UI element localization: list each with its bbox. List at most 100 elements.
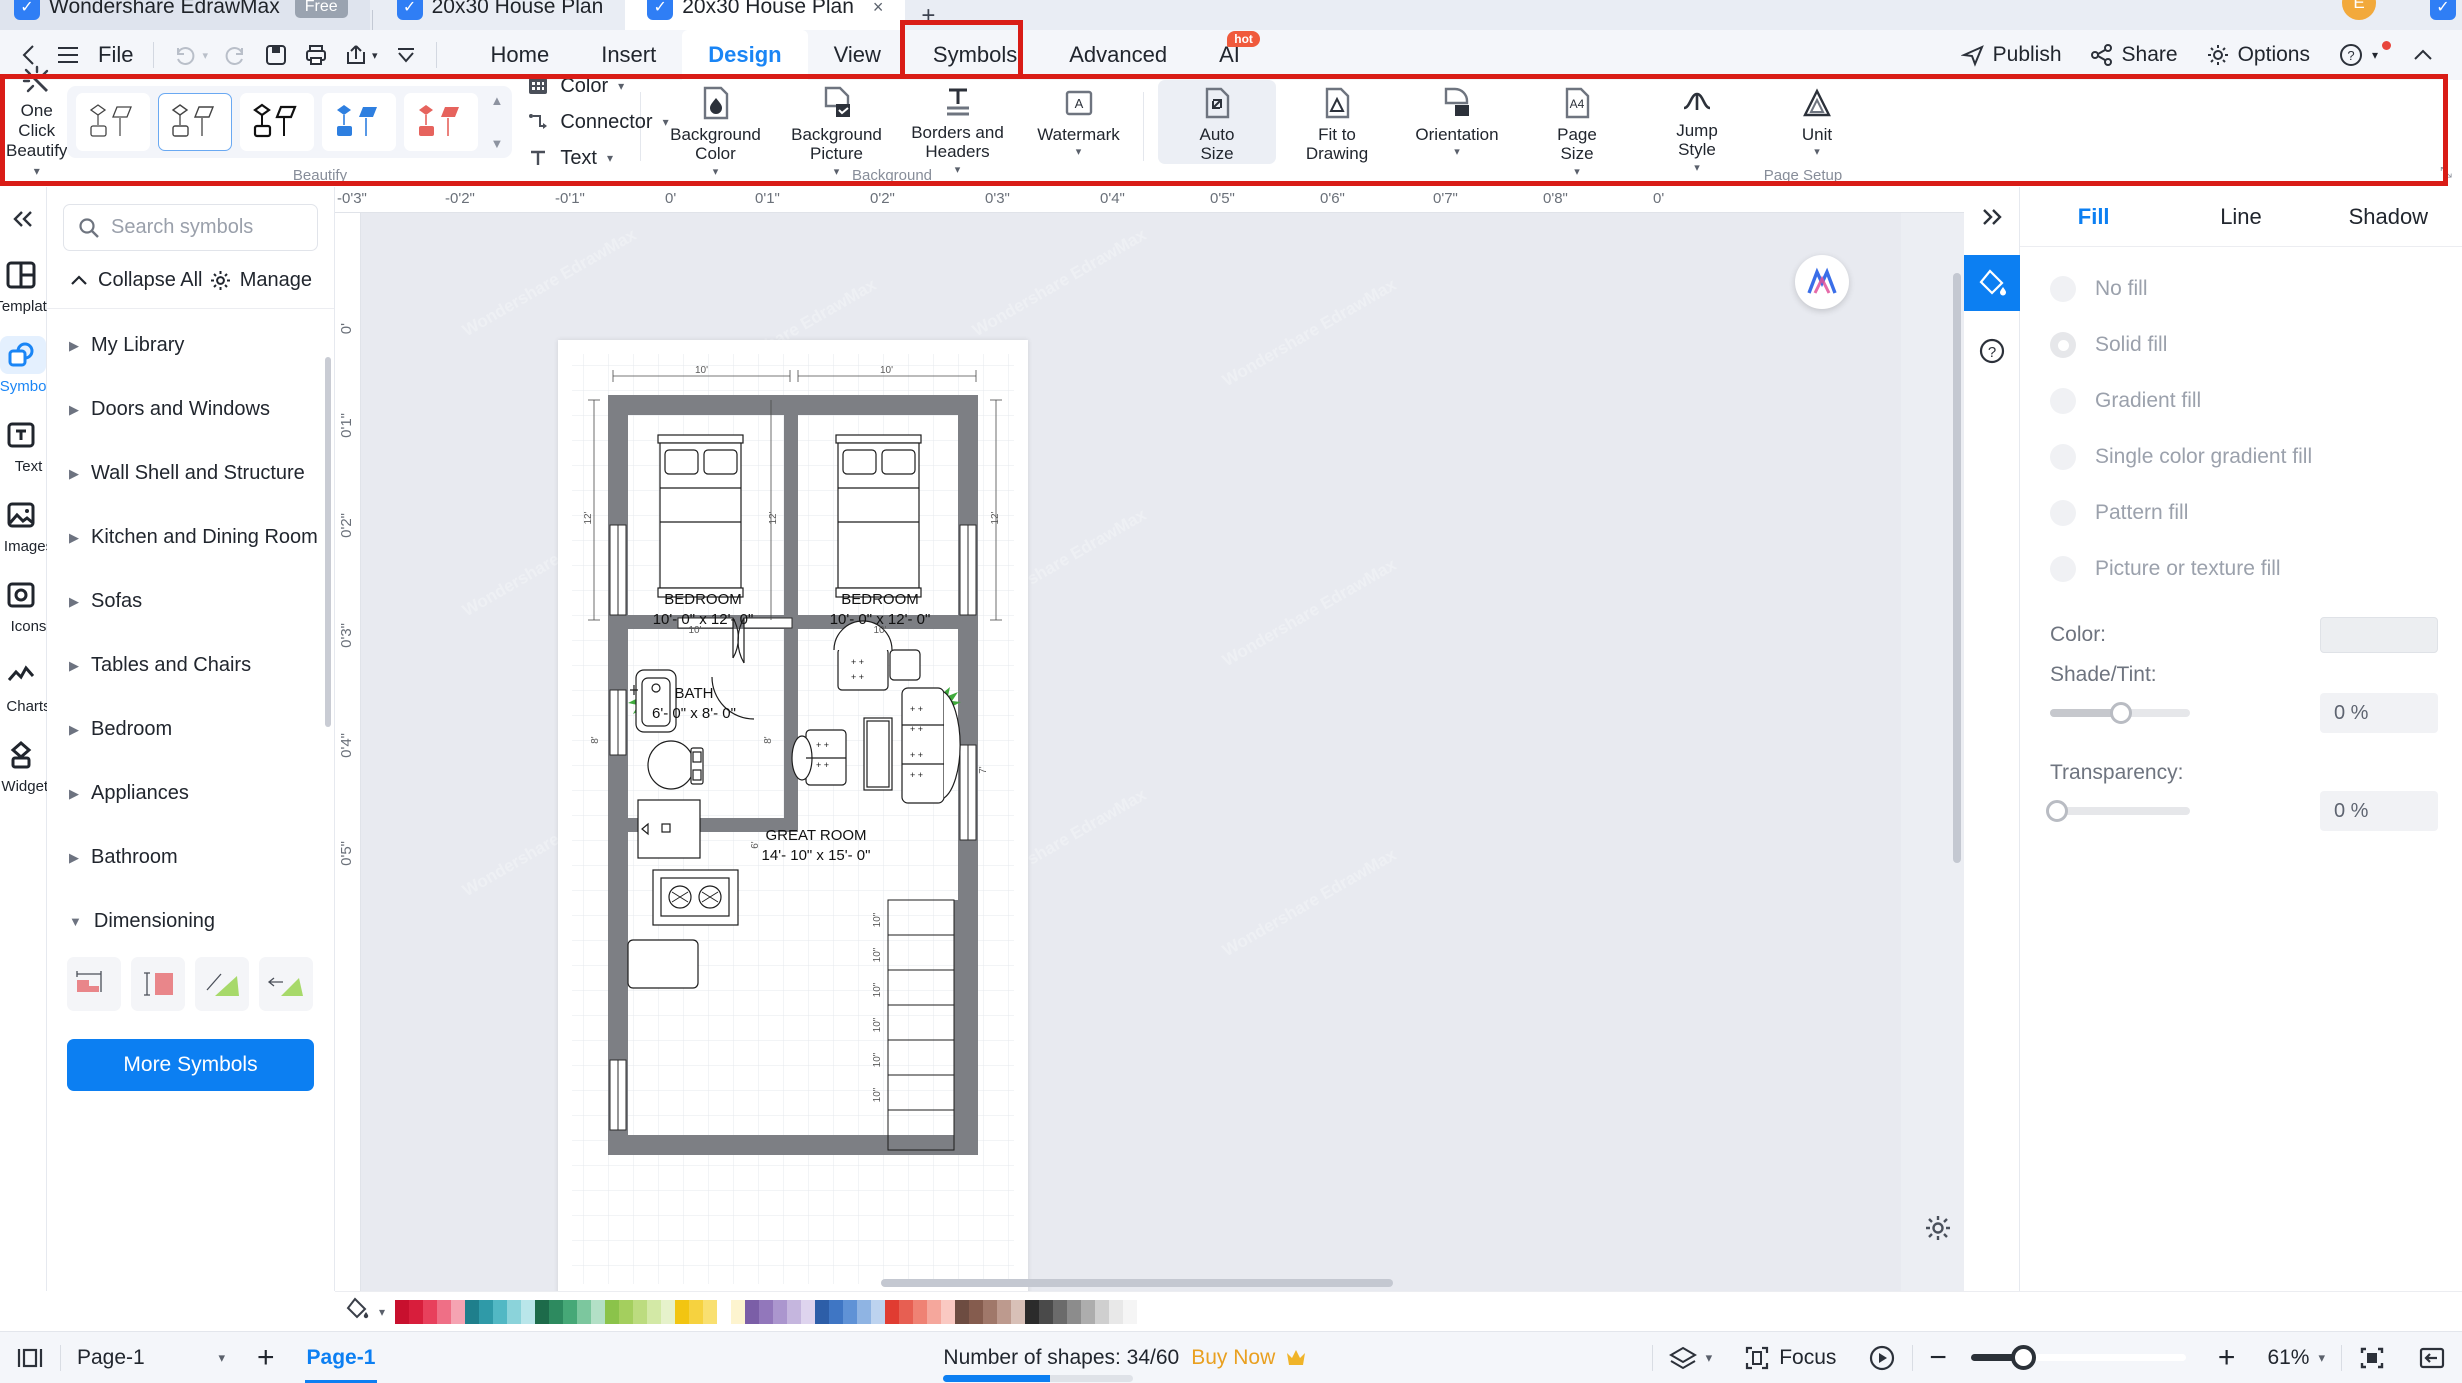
palette-swatch[interactable]: [913, 1299, 928, 1324]
unit-button[interactable]: Unit ▾: [1758, 80, 1876, 164]
category-appliances[interactable]: ▶ Appliances: [47, 761, 334, 825]
palette-swatch[interactable]: [759, 1299, 774, 1324]
palette-swatch[interactable]: [885, 1299, 900, 1324]
color-swatch-button[interactable]: [2320, 617, 2438, 653]
drawing-canvas[interactable]: Wondershare EdrawMax Wondershare EdrawMa…: [361, 213, 1964, 1291]
share-button[interactable]: Share: [2076, 33, 2192, 77]
zoom-level-dropdown[interactable]: 61% ▾: [2251, 1332, 2341, 1383]
palette-swatch[interactable]: [703, 1299, 718, 1324]
redo-icon[interactable]: [216, 33, 256, 77]
tab-line[interactable]: Line: [2167, 204, 2314, 230]
palette-swatch[interactable]: [857, 1299, 872, 1324]
zoom-in-button[interactable]: +: [2202, 1332, 2252, 1383]
option-gradient-fill[interactable]: Gradient fill: [2020, 373, 2462, 429]
tab-shadow[interactable]: Shadow: [2315, 204, 2462, 230]
palette-swatch[interactable]: [661, 1299, 676, 1324]
more-commands-icon[interactable]: [386, 33, 426, 77]
option-pattern-fill[interactable]: Pattern fill: [2020, 485, 2462, 541]
tab-fill[interactable]: Fill: [2020, 204, 2167, 230]
palette-swatch[interactable]: [1137, 1299, 1152, 1324]
jump-style-button[interactable]: Jump Style ▾: [1638, 80, 1756, 173]
category-bedroom[interactable]: ▶ Bedroom: [47, 697, 334, 761]
palette-swatch[interactable]: [493, 1299, 508, 1324]
floorplan-page[interactable]: + + + + + + + + + + + + + + + + BEDROOM …: [558, 340, 1028, 1291]
palette-swatch[interactable]: [843, 1299, 858, 1324]
palette-swatch[interactable]: [983, 1299, 998, 1324]
page-layout-button[interactable]: [0, 1332, 60, 1383]
publish-button[interactable]: Publish: [1947, 33, 2076, 77]
radio-button[interactable]: [2050, 500, 2076, 526]
background-color-button[interactable]: Background Color ▾: [657, 80, 774, 177]
export-icon[interactable]: ▾: [336, 33, 386, 77]
radio-button[interactable]: [2050, 556, 2076, 582]
category-kitchen-and-dining-room[interactable]: ▶ Kitchen and Dining Room: [47, 505, 334, 569]
search-input[interactable]: Search symbols: [63, 204, 318, 251]
chevron-down-icon[interactable]: ▾: [1454, 147, 1460, 157]
palette-swatch[interactable]: [1053, 1299, 1068, 1324]
radio-button[interactable]: [2050, 388, 2076, 414]
radio-button[interactable]: [2050, 444, 2076, 470]
one-click-beautify-button[interactable]: One Click Beautify ▾: [6, 64, 67, 179]
palette-swatch[interactable]: [927, 1299, 942, 1324]
category-bathroom[interactable]: ▶ Bathroom: [47, 825, 334, 889]
undo-icon[interactable]: ▾: [164, 33, 216, 77]
palette-swatch[interactable]: [465, 1299, 480, 1324]
palette-swatch[interactable]: [745, 1299, 760, 1324]
palette-swatch[interactable]: [1039, 1299, 1054, 1324]
help-button[interactable]: ? ▾: [2324, 33, 2398, 77]
beautify-style-2[interactable]: [158, 93, 233, 151]
palette-swatch[interactable]: [591, 1299, 606, 1324]
app-brand-tab[interactable]: ✓ Wondershare EdrawMax Free: [0, 0, 370, 30]
palette-swatch[interactable]: [969, 1299, 984, 1324]
new-tab-button[interactable]: +: [905, 2, 951, 30]
page-select-dropdown[interactable]: Page-1 ▾: [61, 1332, 241, 1383]
sidebar-item-icons[interactable]: Icons: [0, 569, 46, 641]
file-menu[interactable]: File: [88, 33, 143, 77]
chevron-down-icon[interactable]: ▾: [379, 1305, 385, 1319]
palette-swatch[interactable]: [941, 1299, 956, 1324]
avatar[interactable]: E: [2342, 0, 2376, 20]
sidebar-item-images[interactable]: Images: [0, 489, 53, 561]
page-size-button[interactable]: A4 Page Size ▾: [1518, 80, 1636, 177]
ribbon-tab-advanced[interactable]: Advanced: [1043, 30, 1193, 80]
transparency-slider[interactable]: [2046, 800, 2190, 822]
palette-swatch[interactable]: [619, 1299, 634, 1324]
option-picture-or-texture-fill[interactable]: Picture or texture fill: [2020, 541, 2462, 597]
sidebar-item-charts[interactable]: Charts: [0, 649, 51, 721]
shade-tint-value[interactable]: 0 %: [2320, 693, 2438, 733]
chevron-up-icon[interactable]: ▲: [490, 93, 503, 108]
shade-tint-slider[interactable]: [2050, 702, 2190, 724]
radio-button[interactable]: [2050, 276, 2076, 302]
palette-swatch[interactable]: [801, 1299, 816, 1324]
options-button[interactable]: Options: [2192, 33, 2324, 77]
background-picture-button[interactable]: Background Picture ▾: [778, 80, 895, 177]
ribbon-tab-ai[interactable]: AI hot: [1193, 30, 1266, 80]
palette-swatch[interactable]: [395, 1299, 410, 1324]
watermark-button[interactable]: A Watermark ▾: [1020, 80, 1137, 164]
option-solid-fill[interactable]: Solid fill: [2020, 317, 2462, 373]
beautify-style-4[interactable]: [322, 93, 397, 151]
palette-swatch[interactable]: [955, 1299, 970, 1324]
palette-swatch[interactable]: [437, 1299, 452, 1324]
page-tab-page-1[interactable]: Page-1: [291, 1332, 392, 1383]
symbol-vertical-dimension[interactable]: [131, 957, 185, 1011]
palette-swatch[interactable]: [871, 1299, 886, 1324]
palette-swatch[interactable]: [675, 1299, 690, 1324]
sidebar-item-templates[interactable]: Templates: [0, 249, 63, 321]
zoom-slider[interactable]: [1970, 1345, 2186, 1370]
manage-button[interactable]: Manage: [210, 269, 312, 292]
auto-size-button[interactable]: Auto Size: [1158, 80, 1276, 164]
add-page-button[interactable]: +: [241, 1332, 291, 1383]
present-button[interactable]: [1852, 1332, 1912, 1383]
collapse-all-button[interactable]: Collapse All: [69, 269, 203, 292]
right-panel-collapse-button[interactable]: [1964, 187, 2020, 247]
sidebar-item-widgets[interactable]: Widgets: [0, 729, 56, 801]
palette-swatch[interactable]: [1081, 1299, 1096, 1324]
palette-swatch[interactable]: [1011, 1299, 1026, 1324]
horizontal-ruler[interactable]: -0'3" -0'2" -0'1" 0' 0'1" 0'2" 0'3" 0'4"…: [335, 187, 1964, 213]
fit-screen-button[interactable]: [2342, 1332, 2402, 1383]
beautify-style-5[interactable]: [404, 93, 479, 151]
palette-swatch[interactable]: [1123, 1299, 1138, 1324]
palette-swatch[interactable]: [689, 1299, 704, 1324]
symbol-horizontal-dimension[interactable]: [67, 957, 121, 1011]
